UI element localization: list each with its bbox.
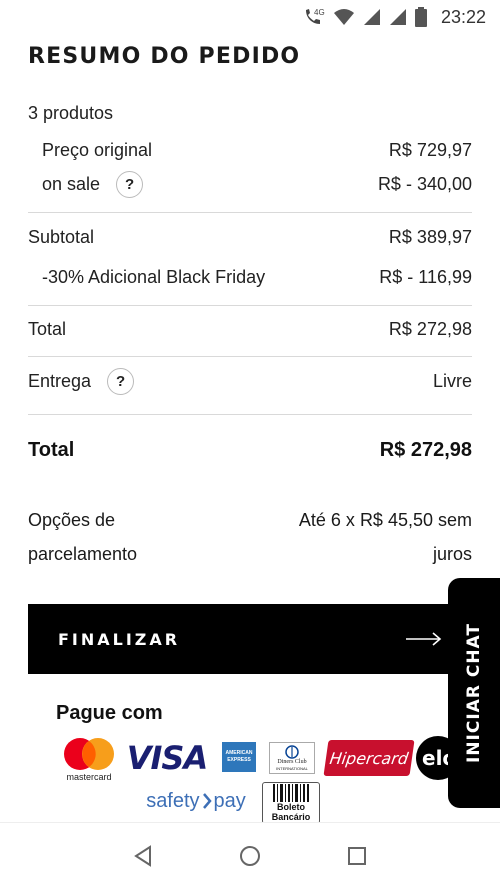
battery-icon (414, 7, 427, 27)
call-icon: 4G (303, 7, 325, 27)
payment-title: Pague com (56, 702, 163, 724)
delivery-label: Entrega (28, 370, 92, 391)
delivery-help-button[interactable]: ? (107, 367, 135, 395)
total-row: Total R$ 272,98 (28, 316, 472, 342)
discount-label: -30% Adicional Black Friday (42, 266, 266, 287)
back-icon[interactable] (128, 841, 158, 871)
hipercard-text: Hipercard (328, 748, 410, 768)
barcode-icon (273, 784, 309, 802)
safetypay-text-a: safety (146, 789, 200, 812)
on-sale-value: R$ - 340,00 (377, 173, 472, 194)
grand-total-row: Total R$ 272,98 (28, 435, 472, 465)
finalize-button[interactable]: FINALIZAR (28, 604, 472, 674)
divider (28, 212, 472, 213)
boleto-text: Boleto (277, 802, 305, 812)
home-icon[interactable] (235, 841, 265, 871)
on-sale-help-button[interactable]: ? (116, 170, 144, 198)
status-bar: 4G 23:22 (0, 0, 500, 34)
chevron-right-icon (202, 793, 212, 809)
signal-icon (389, 8, 407, 26)
divider (28, 305, 472, 306)
payment-logos: mastercard VISA AMERICAN EXPRESS Diners … (58, 734, 478, 824)
installment-label-line2: parcelamento (28, 544, 138, 564)
delivery-row: Entrega ? Livre (28, 366, 472, 396)
safetypay-text-b: pay (213, 789, 246, 812)
subtotal-label: Subtotal (28, 226, 95, 247)
amex-text: AMERICAN EXPRESS (225, 750, 253, 763)
start-chat-button[interactable]: INICIAR CHAT (448, 578, 500, 808)
installment-value-line2: juros (432, 544, 472, 564)
arrow-right-icon (406, 632, 442, 646)
order-summary: RESUMO DO PEDIDO 3 produtos Preço origin… (28, 34, 472, 571)
boleto-logo: Boleto Bancário (262, 782, 320, 824)
original-price-row: Preço original R$ 729,97 (28, 137, 472, 163)
original-price-label: Preço original (42, 139, 153, 160)
diners-club-logo: Diners Club INTERNATIONAL (269, 742, 315, 774)
on-sale-label: on sale (42, 173, 101, 194)
installment-value-line1: Até 6 x R$ 45,50 sem (298, 510, 472, 530)
subtotal-row: Subtotal R$ 389,97 (28, 224, 472, 250)
mastercard-logo: mastercard (58, 736, 120, 782)
network-type-label: 4G (314, 8, 325, 17)
installment-options: Opções de parcelamento Até 6 x R$ 45,50 … (28, 503, 472, 571)
wifi-icon (333, 8, 355, 26)
recent-apps-icon[interactable] (342, 841, 372, 871)
finalize-button-label: FINALIZAR (58, 629, 181, 649)
clock: 23:22 (440, 6, 486, 27)
total-label: Total (28, 318, 67, 339)
visa-text: VISA (126, 739, 208, 777)
mastercard-text: mastercard (66, 771, 112, 782)
signal-icon (363, 8, 381, 26)
discount-value: R$ - 116,99 (379, 266, 472, 287)
original-price-value: R$ 729,97 (388, 139, 472, 160)
page-title: RESUMO DO PEDIDO (28, 44, 301, 69)
start-chat-label: INICIAR CHAT (464, 623, 485, 763)
product-count: 3 produtos (28, 102, 114, 123)
navigation-bar (0, 822, 500, 889)
subtotal-value: R$ 389,97 (388, 226, 472, 247)
product-count-row: 3 produtos (28, 100, 472, 126)
visa-logo: VISA (126, 738, 208, 778)
diners-text: Diners Club (277, 759, 307, 765)
divider (28, 356, 472, 357)
installment-label-line1: Opções de (28, 510, 116, 530)
on-sale-row: on sale ? R$ - 340,00 (28, 169, 472, 199)
delivery-value: Livre (432, 370, 472, 391)
safetypay-logo: safety pay (134, 786, 258, 816)
hipercard-logo: Hipercard (323, 740, 415, 776)
diners-sub-text: INTERNATIONAL (276, 766, 308, 771)
divider (28, 414, 472, 415)
grand-total-label: Total (28, 438, 75, 461)
grand-total-value: R$ 272,98 (379, 438, 472, 461)
total-value: R$ 272,98 (388, 318, 472, 339)
discount-row: -30% Adicional Black Friday R$ - 116,99 (28, 264, 472, 290)
boleto-sub-text: Bancário (271, 812, 311, 822)
amex-logo: AMERICAN EXPRESS (222, 742, 256, 772)
